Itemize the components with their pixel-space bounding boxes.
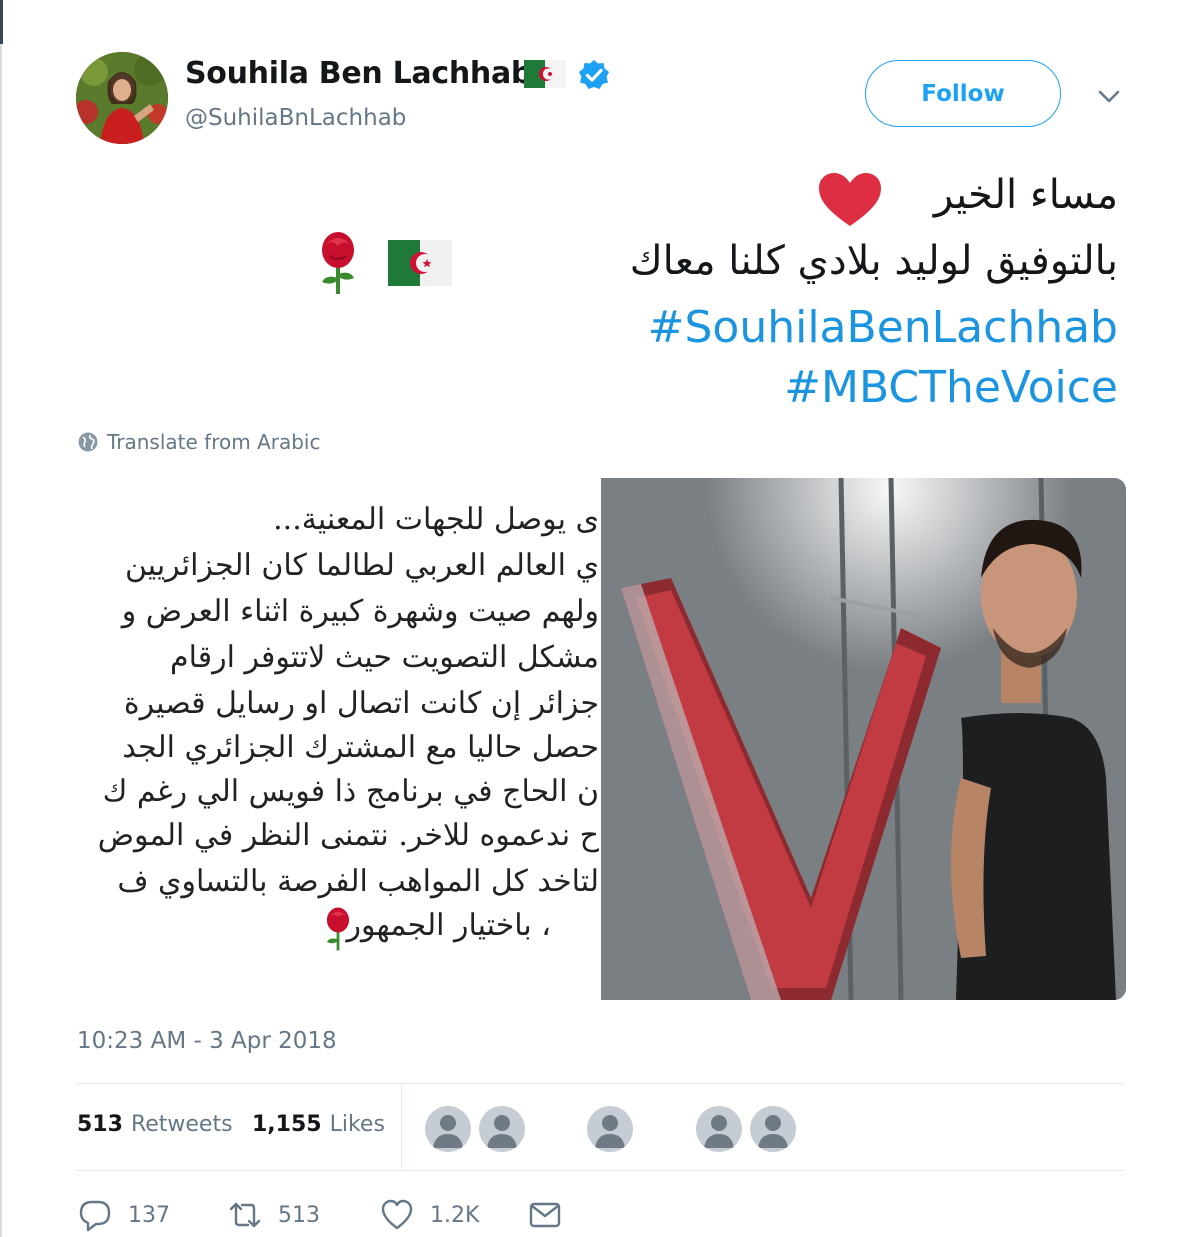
media-text-line: جزائر إن كانت اتصال او رسايل قصيرة [123, 686, 599, 721]
retweets-stat[interactable]: 513 Retweets [77, 1112, 233, 1137]
retweet-button[interactable]: 513 [228, 1198, 320, 1232]
divider [76, 1170, 1124, 1171]
likes-label: Likes [329, 1112, 385, 1137]
verified-badge-icon [579, 60, 609, 89]
translate-label: Translate from Arabic [107, 430, 321, 454]
envelope-icon [529, 1202, 561, 1228]
likes-count: 1,155 [252, 1112, 322, 1137]
display-name[interactable]: Souhila Ben Lachhab [185, 56, 532, 91]
reply-button[interactable]: 137 [78, 1198, 170, 1232]
translate-link[interactable]: Translate from Arabic [77, 430, 320, 454]
liker-avatar[interactable] [696, 1106, 742, 1152]
rose-icon [326, 907, 350, 951]
algeria-flag-icon [388, 240, 452, 286]
globe-icon [78, 432, 98, 452]
window-left-edge-accent [0, 0, 3, 44]
tweet-text-line-1: مساء الخير [933, 172, 1118, 218]
media-text-line: حصل حاليا مع المشترك الجزائري الجد [122, 730, 599, 765]
follow-button[interactable]: Follow [865, 60, 1061, 127]
person-photo [601, 478, 1126, 1000]
media-text-line: ح ندعموه للاخر. نتمنى النظر في الموض [97, 818, 599, 853]
reply-count: 137 [128, 1202, 170, 1228]
retweet-icon [229, 1202, 261, 1228]
divider [76, 1083, 1124, 1084]
like-count: 1.2K [430, 1202, 480, 1228]
avatar[interactable] [76, 52, 168, 144]
tweet-timestamp[interactable]: 10:23 AM - 3 Apr 2018 [77, 1028, 337, 1054]
tweet-media[interactable]: ى يوصل للجهات المعنية... ي العالم العربي… [76, 478, 1126, 1000]
window-left-edge [0, 0, 2, 1237]
liker-avatar[interactable] [587, 1106, 633, 1152]
retweets-label: Retweets [130, 1112, 233, 1137]
reply-icon [79, 1200, 111, 1232]
media-text-line: ن الحاج في برنامج ذا فويس الي رغم ك [102, 774, 599, 809]
tweet-text-line-2: بالتوفيق لوليد بلادي كلنا معاك [629, 238, 1118, 284]
hashtag-link[interactable]: #MBCTheVoice [784, 362, 1118, 413]
liker-avatar[interactable] [479, 1106, 525, 1152]
tweet-page: Souhila Ben Lachhab @SuhilaBnLachhab Fol… [0, 0, 1200, 1237]
direct-message-button[interactable] [528, 1198, 562, 1232]
media-text-line: ، باختيار الجمهور [346, 908, 551, 943]
red-heart-icon [819, 173, 881, 226]
like-button[interactable]: 1.2K [380, 1198, 479, 1232]
media-text-line: ي العالم العربي لطالما كان الجزائريين [124, 548, 599, 583]
handle[interactable]: @SuhilaBnLachhab [185, 105, 406, 131]
media-text-image: ى يوصل للجهات المعنية... ي العالم العربي… [76, 478, 601, 1000]
algeria-flag-icon [524, 60, 566, 88]
media-text-line: ولهم صيت وشهرة كبيرة اثناء العرض و [121, 594, 599, 629]
hashtag-link[interactable]: #SouhilaBenLachhab [648, 302, 1118, 353]
liker-avatar[interactable] [750, 1106, 796, 1152]
likes-stat[interactable]: 1,155 Likes [252, 1112, 385, 1137]
stats-separator [401, 1083, 402, 1170]
rose-icon [322, 232, 354, 294]
media-text-line: مشكل التصويت حيث لاتتوفر ارقام [170, 640, 599, 675]
chevron-down-icon[interactable] [1095, 84, 1123, 108]
retweet-count: 513 [278, 1202, 320, 1228]
retweets-count: 513 [77, 1112, 123, 1137]
heart-icon [381, 1199, 413, 1230]
media-text-line: لتاخد كل المواهب الفرصة بالتساوي ف [117, 864, 599, 899]
liker-avatar[interactable] [425, 1106, 471, 1152]
media-text-line: ى يوصل للجهات المعنية... [273, 502, 599, 537]
